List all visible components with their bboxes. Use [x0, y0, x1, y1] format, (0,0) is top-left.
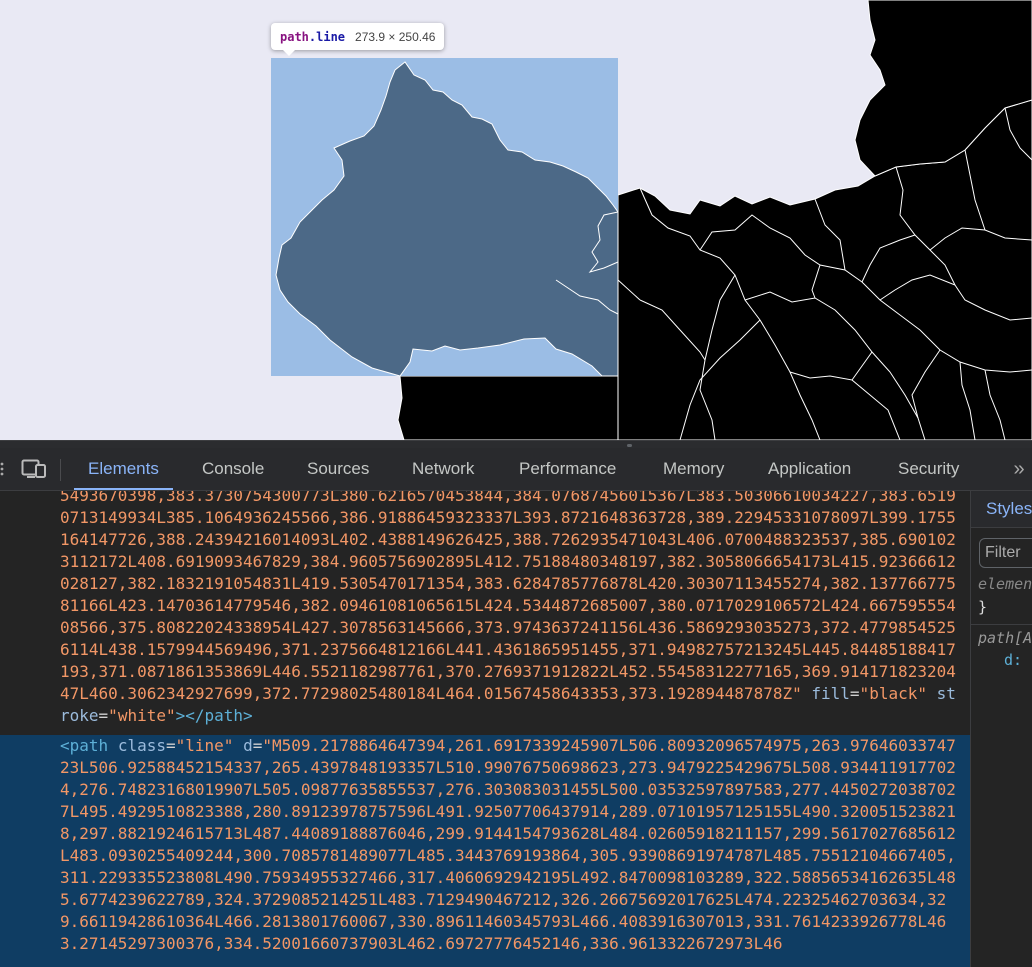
fill-attr-name: fill	[811, 684, 850, 703]
styles-divider	[971, 624, 1032, 625]
chevron-double-right-icon[interactable]: »	[1006, 448, 1032, 490]
element-style-label: elemen	[978, 575, 1032, 593]
elements-dom-tree[interactable]: 5493670398,383.3730754300773L380.6216570…	[0, 491, 970, 967]
tooltip-size: 273.9 × 250.46	[355, 29, 436, 44]
devtools-tabbar: Elements Console Sources Network Perform…	[0, 448, 1032, 491]
tab-sources[interactable]: Sources	[307, 448, 369, 490]
stroke-attr-value: white	[117, 706, 166, 725]
element-style-close: }	[978, 598, 988, 616]
tab-memory[interactable]: Memory	[663, 448, 724, 490]
tab-styles[interactable]: Styles	[986, 499, 1032, 519]
tooltip-selector: path.line	[280, 29, 346, 44]
devtools-panel: Elements Console Sources Network Perform…	[0, 440, 1032, 967]
tab-elements[interactable]: Elements	[74, 448, 173, 490]
styles-tabbar: Styles	[971, 491, 1032, 528]
dom-node-selected-path[interactable]: <path class="line" d="M509.2178864647394…	[0, 735, 970, 967]
class-attr-name: class	[117, 736, 166, 755]
map-region-south[interactable]	[397, 375, 619, 440]
rule-selector: path[A	[978, 629, 1032, 647]
element-tooltip: path.line 273.9 × 250.46	[271, 23, 445, 56]
page-viewport: path.line 273.9 × 250.46	[0, 0, 1032, 440]
map-svg	[271, 0, 1032, 440]
resize-grip-icon	[627, 444, 632, 447]
styles-sidebar: Styles Filter elemen } path[A d:	[970, 491, 1032, 967]
tab-performance[interactable]: Performance	[519, 448, 616, 490]
drag-handle-icon[interactable]	[0, 448, 8, 490]
d-attr-name: d	[243, 736, 253, 755]
styles-filter-input[interactable]: Filter	[979, 538, 1032, 568]
close-tag: ></path>	[175, 706, 253, 725]
path-d-value: 5493670398,383.3730754300773L380.6216570…	[60, 491, 956, 703]
map-region-east[interactable]	[617, 99, 1032, 440]
open-tag: <path	[60, 736, 109, 755]
tab-console[interactable]: Console	[202, 448, 264, 490]
fill-attr-value: black	[869, 684, 918, 703]
rule-property-d[interactable]: d:	[1004, 651, 1022, 669]
device-toolbar-icon[interactable]	[18, 448, 50, 490]
toolbar-separator	[60, 459, 61, 481]
tab-network[interactable]: Network	[412, 448, 474, 490]
class-attr-value: line	[185, 736, 224, 755]
dom-node-previous-path[interactable]: 5493670398,383.3730754300773L380.6216570…	[0, 491, 970, 727]
d-attr-value: M509.2178864647394,261.6917339245907L506…	[60, 736, 956, 953]
tab-application[interactable]: Application	[768, 448, 851, 490]
tab-security[interactable]: Security	[898, 448, 959, 490]
